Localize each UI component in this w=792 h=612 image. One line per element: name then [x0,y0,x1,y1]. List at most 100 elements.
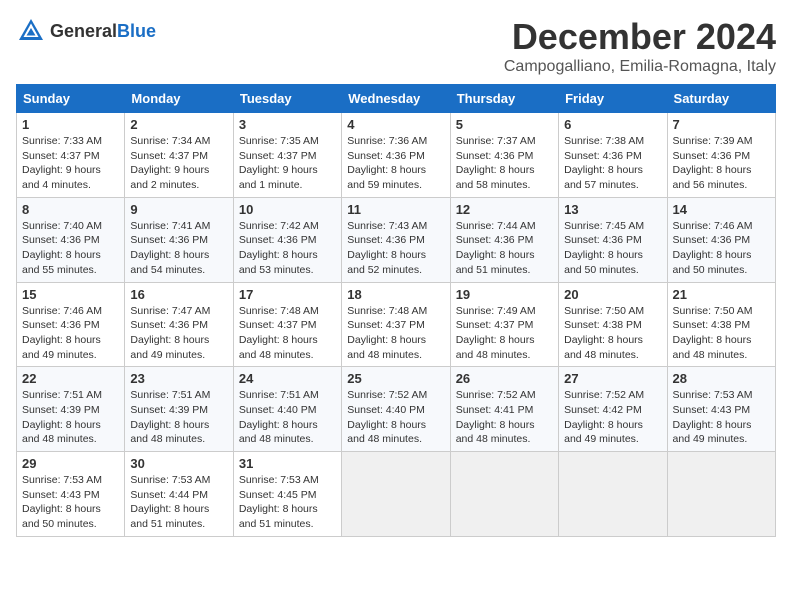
calendar-cell: 9Sunrise: 7:41 AMSunset: 4:36 PMDaylight… [125,197,233,282]
weekday-header-saturday: Saturday [667,85,775,113]
calendar-cell: 1Sunrise: 7:33 AMSunset: 4:37 PMDaylight… [17,113,125,198]
cell-line: Daylight: 8 hours [130,418,227,433]
cell-content: Sunrise: 7:52 AMSunset: 4:41 PMDaylight:… [456,388,553,447]
day-number: 26 [456,371,553,386]
cell-line: and 58 minutes. [456,178,553,193]
cell-line: Daylight: 8 hours [673,163,770,178]
logo-text-general: General [50,21,117,41]
cell-line: and 48 minutes. [22,432,119,447]
calendar-cell [667,452,775,537]
cell-line: Daylight: 8 hours [456,333,553,348]
day-number: 22 [22,371,119,386]
calendar-cell: 12Sunrise: 7:44 AMSunset: 4:36 PMDayligh… [450,197,558,282]
cell-line: Sunrise: 7:43 AM [347,219,444,234]
cell-line: and 48 minutes. [456,348,553,363]
header: GeneralBlue December 2024 Campogalliano,… [16,16,776,76]
cell-line: and 59 minutes. [347,178,444,193]
week-row-1: 8Sunrise: 7:40 AMSunset: 4:36 PMDaylight… [17,197,776,282]
day-number: 4 [347,117,444,132]
cell-content: Sunrise: 7:39 AMSunset: 4:36 PMDaylight:… [673,134,770,193]
cell-line: Sunrise: 7:48 AM [239,304,336,319]
calendar-cell: 21 Sunrise: 7:50 AMSunset: 4:38 PMDayligh… [667,282,775,367]
cell-content: Sunrise: 7:34 AMSunset: 4:37 PMDaylight:… [130,134,227,193]
cell-line: Sunset: 4:36 PM [673,149,770,164]
cell-line: Sunset: 4:45 PM [239,488,336,503]
cell-content: Sunrise: 7:50 AMSunset: 4:38 PMDaylight:… [673,304,770,363]
cell-line: Daylight: 8 hours [22,418,119,433]
cell-line: Sunset: 4:39 PM [130,403,227,418]
day-number: 11 [347,202,444,217]
cell-line: Sunset: 4:36 PM [564,233,661,248]
weekday-header-row: SundayMondayTuesdayWednesdayThursdayFrid… [17,85,776,113]
cell-content: Sunrise: 7:42 AMSunset: 4:36 PMDaylight:… [239,219,336,278]
cell-content: Sunrise: 7:40 AMSunset: 4:36 PMDaylight:… [22,219,119,278]
cell-line: Daylight: 8 hours [130,333,227,348]
calendar-cell: 24Sunrise: 7:51 AMSunset: 4:40 PMDayligh… [233,367,341,452]
calendar-cell: 8Sunrise: 7:40 AMSunset: 4:36 PMDaylight… [17,197,125,282]
cell-line: Sunrise: 7:53 AM [239,473,336,488]
cell-line: and 54 minutes. [130,263,227,278]
cell-content: Sunrise: 7:53 AMSunset: 4:45 PMDaylight:… [239,473,336,532]
cell-line: Daylight: 8 hours [347,333,444,348]
cell-line: Daylight: 8 hours [564,163,661,178]
cell-line: and 48 minutes. [239,432,336,447]
cell-line: Sunrise: 7:35 AM [239,134,336,149]
location-title: Campogalliano, Emilia-Romagna, Italy [504,58,776,76]
calendar-cell: 16Sunrise: 7:47 AMSunset: 4:36 PMDayligh… [125,282,233,367]
day-number: 28 [673,371,770,386]
day-number: 18 [347,287,444,302]
calendar-cell: 19Sunrise: 7:49 AMSunset: 4:37 PMDayligh… [450,282,558,367]
cell-line: Sunset: 4:41 PM [456,403,553,418]
day-number: 21 [673,287,770,302]
cell-content: Sunrise: 7:35 AMSunset: 4:37 PMDaylight:… [239,134,336,193]
cell-line: and 48 minutes. [673,348,770,363]
weekday-header-sunday: Sunday [17,85,125,113]
calendar-cell: 17Sunrise: 7:48 AMSunset: 4:37 PMDayligh… [233,282,341,367]
cell-line: Sunset: 4:38 PM [564,318,661,333]
cell-line: Sunset: 4:36 PM [130,233,227,248]
cell-content: Sunrise: 7:51 AMSunset: 4:40 PMDaylight:… [239,388,336,447]
cell-content: Sunrise: 7:51 AMSunset: 4:39 PMDaylight:… [22,388,119,447]
cell-line: Daylight: 9 hours [130,163,227,178]
cell-line: and 50 minutes. [673,263,770,278]
day-number: 14 [673,202,770,217]
cell-line: Sunrise: 7:52 AM [456,388,553,403]
week-row-2: 15Sunrise: 7:46 AMSunset: 4:36 PMDayligh… [17,282,776,367]
cell-line: Sunrise: 7:50 AM [673,304,770,319]
logo-text-blue: Blue [117,21,156,41]
cell-line: Sunset: 4:40 PM [239,403,336,418]
calendar-cell: 22 Sunrise: 7:51 AMSunset: 4:39 PMDayligh… [17,367,125,452]
cell-line: and 4 minutes. [22,178,119,193]
cell-line: Daylight: 8 hours [239,248,336,263]
calendar-cell: 29Sunrise: 7:53 AMSunset: 4:43 PMDayligh… [17,452,125,537]
cell-line: Daylight: 8 hours [239,418,336,433]
cell-line: Sunrise: 7:34 AM [130,134,227,149]
cell-line: Sunset: 4:36 PM [673,233,770,248]
cell-line: Daylight: 8 hours [130,248,227,263]
cell-content: Sunrise: 7:46 AMSunset: 4:36 PMDaylight:… [673,219,770,278]
cell-content: Sunrise: 7:41 AMSunset: 4:36 PMDaylight:… [130,219,227,278]
cell-line: Sunrise: 7:51 AM [239,388,336,403]
cell-line: Daylight: 9 hours [22,163,119,178]
calendar-cell: 15Sunrise: 7:46 AMSunset: 4:36 PMDayligh… [17,282,125,367]
cell-content: Sunrise: 7:33 AMSunset: 4:37 PMDaylight:… [22,134,119,193]
cell-line: and 49 minutes. [22,348,119,363]
cell-line: Sunrise: 7:50 AM [564,304,661,319]
cell-line: Daylight: 8 hours [347,248,444,263]
day-number: 3 [239,117,336,132]
day-number: 23 [130,371,227,386]
cell-line: Sunset: 4:36 PM [239,233,336,248]
cell-line: Daylight: 8 hours [130,502,227,517]
calendar-cell: 2Sunrise: 7:34 AMSunset: 4:37 PMDaylight… [125,113,233,198]
cell-content: Sunrise: 7:47 AMSunset: 4:36 PMDaylight:… [130,304,227,363]
cell-line: Sunrise: 7:36 AM [347,134,444,149]
cell-line: Daylight: 8 hours [22,248,119,263]
day-number: 31 [239,456,336,471]
cell-line: and 48 minutes. [456,432,553,447]
cell-content: Sunrise: 7:51 AMSunset: 4:39 PMDaylight:… [130,388,227,447]
calendar-cell: 13Sunrise: 7:45 AMSunset: 4:36 PMDayligh… [559,197,667,282]
cell-content: Sunrise: 7:45 AMSunset: 4:36 PMDaylight:… [564,219,661,278]
week-row-4: 29Sunrise: 7:53 AMSunset: 4:43 PMDayligh… [17,452,776,537]
calendar-cell: 3 Sunrise: 7:35 AMSunset: 4:37 PMDaylight… [233,113,341,198]
calendar-cell: 26 Sunrise: 7:52 AMSunset: 4:41 PMDayligh… [450,367,558,452]
